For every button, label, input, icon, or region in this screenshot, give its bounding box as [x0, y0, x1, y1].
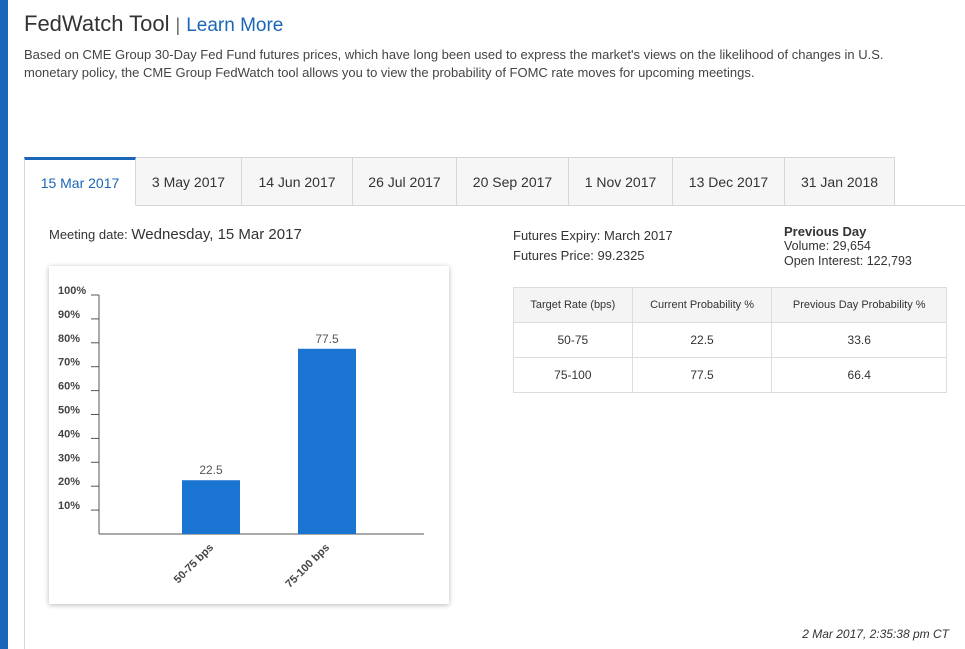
meeting-date-label: Meeting date: — [49, 227, 128, 242]
title-separator: | — [175, 15, 181, 35]
tab-divider-line — [895, 205, 965, 206]
futures-expiry: Futures Expiry: March 2017 — [513, 226, 673, 246]
table-row: 75-100 77.5 66.4 — [513, 357, 947, 393]
table-cell-target-rate: 50-75 — [513, 322, 633, 358]
table-cell-target-rate: 75-100 — [513, 357, 633, 393]
chart-y-tick-label: 80% — [58, 333, 80, 345]
futures-price: Futures Price: 99.2325 — [513, 246, 673, 266]
chart-y-tick-label: 10% — [58, 500, 80, 512]
chart-y-tick-label: 60% — [58, 381, 80, 393]
chart-data-label: 22.5 — [199, 463, 223, 477]
meeting-tabs: 15 Mar 2017 3 May 2017 14 Jun 2017 26 Ju… — [24, 157, 895, 206]
meeting-date: Meeting date: Wednesday, 15 Mar 2017 — [49, 226, 302, 243]
chart-y-tick-label: 70% — [58, 357, 80, 369]
tab-31-jan-2018[interactable]: 31 Jan 2018 — [785, 157, 895, 206]
volume-label: Volume: — [784, 239, 830, 253]
tab-15-mar-2017[interactable]: 15 Mar 2017 — [24, 157, 136, 206]
open-interest-label: Open Interest: — [784, 254, 864, 268]
table-cell-previous-probability: 33.6 — [771, 322, 947, 358]
chart-y-tick-label: 40% — [58, 428, 80, 440]
header: FedWatch Tool | Learn More — [24, 11, 283, 37]
tab-14-jun-2017[interactable]: 14 Jun 2017 — [242, 157, 353, 206]
panel-border — [24, 206, 25, 649]
tab-26-jul-2017[interactable]: 26 Jul 2017 — [353, 157, 457, 206]
futures-price-label: Futures Price: — [513, 248, 594, 263]
column-header-previous-day-probability: Previous Day Probability % — [771, 287, 947, 323]
tab-13-dec-2017[interactable]: 13 Dec 2017 — [673, 157, 785, 206]
futures-expiry-value: March 2017 — [604, 228, 673, 243]
volume-value: 29,654 — [832, 239, 871, 253]
futures-price-value: 99.2325 — [597, 248, 645, 263]
chart-category-label: 75-100 bps — [283, 542, 332, 591]
previous-day-open-interest: Open Interest: 122,793 — [784, 254, 912, 269]
tab-20-sep-2017[interactable]: 20 Sep 2017 — [457, 157, 569, 206]
chart-y-tick-label: 100% — [58, 285, 86, 297]
meeting-date-value: Wednesday, 15 Mar 2017 — [131, 226, 302, 243]
previous-day-heading: Previous Day — [784, 224, 867, 239]
description-line-1: Based on CME Group 30-Day Fed Fund futur… — [24, 47, 884, 62]
learn-more-link[interactable]: Learn More — [186, 15, 283, 37]
chart-bar — [182, 480, 240, 534]
probability-chart-svg: 10% 20% 30% 40% 50% 60% 70% 80% 90% 100% 22.5 50-75… — [58, 285, 424, 591]
previous-day-info: Previous Day Volume: 29,654 Open Interes… — [784, 224, 912, 269]
table-cell-previous-probability: 66.4 — [771, 357, 947, 393]
description-line-2: monetary policy, the CME Group FedWatch … — [24, 65, 755, 80]
futures-expiry-label: Futures Expiry: — [513, 228, 601, 243]
chart-bar — [298, 348, 356, 534]
page-title: FedWatch Tool — [24, 11, 170, 36]
open-interest-value: 122,793 — [866, 254, 912, 268]
column-header-current-probability: Current Probability % — [631, 287, 773, 323]
probability-table: Target Rate (bps) Current Probability % … — [513, 287, 947, 393]
chart-y-tick-label: 50% — [58, 405, 80, 417]
table-cell-current-probability: 77.5 — [631, 357, 773, 393]
column-header-target-rate: Target Rate (bps) — [513, 287, 633, 323]
chart-y-tick-label: 20% — [58, 476, 80, 488]
table-header-row: Target Rate (bps) Current Probability % … — [513, 287, 947, 323]
last-updated-timestamp: 2 Mar 2017, 2:35:38 pm CT — [802, 627, 949, 641]
previous-day-volume: Volume: 29,654 — [784, 239, 912, 254]
chart-y-tick-label: 90% — [58, 309, 80, 321]
table-row: 50-75 22.5 33.6 — [513, 322, 947, 358]
chart-y-tick-label: 30% — [58, 452, 80, 464]
tab-1-nov-2017[interactable]: 1 Nov 2017 — [569, 157, 673, 206]
table-cell-current-probability: 22.5 — [631, 322, 773, 358]
chart-data-label: 77.5 — [315, 332, 339, 346]
left-accent-bar — [0, 0, 8, 649]
chart-category-label: 50-75 bps — [172, 542, 216, 586]
probability-chart: 10% 20% 30% 40% 50% 60% 70% 80% 90% 100% 22.5 50-75… — [49, 266, 449, 604]
tab-3-may-2017[interactable]: 3 May 2017 — [136, 157, 242, 206]
futures-info: Futures Expiry: March 2017 Futures Price… — [513, 226, 673, 266]
tool-description: Based on CME Group 30-Day Fed Fund futur… — [24, 46, 965, 82]
